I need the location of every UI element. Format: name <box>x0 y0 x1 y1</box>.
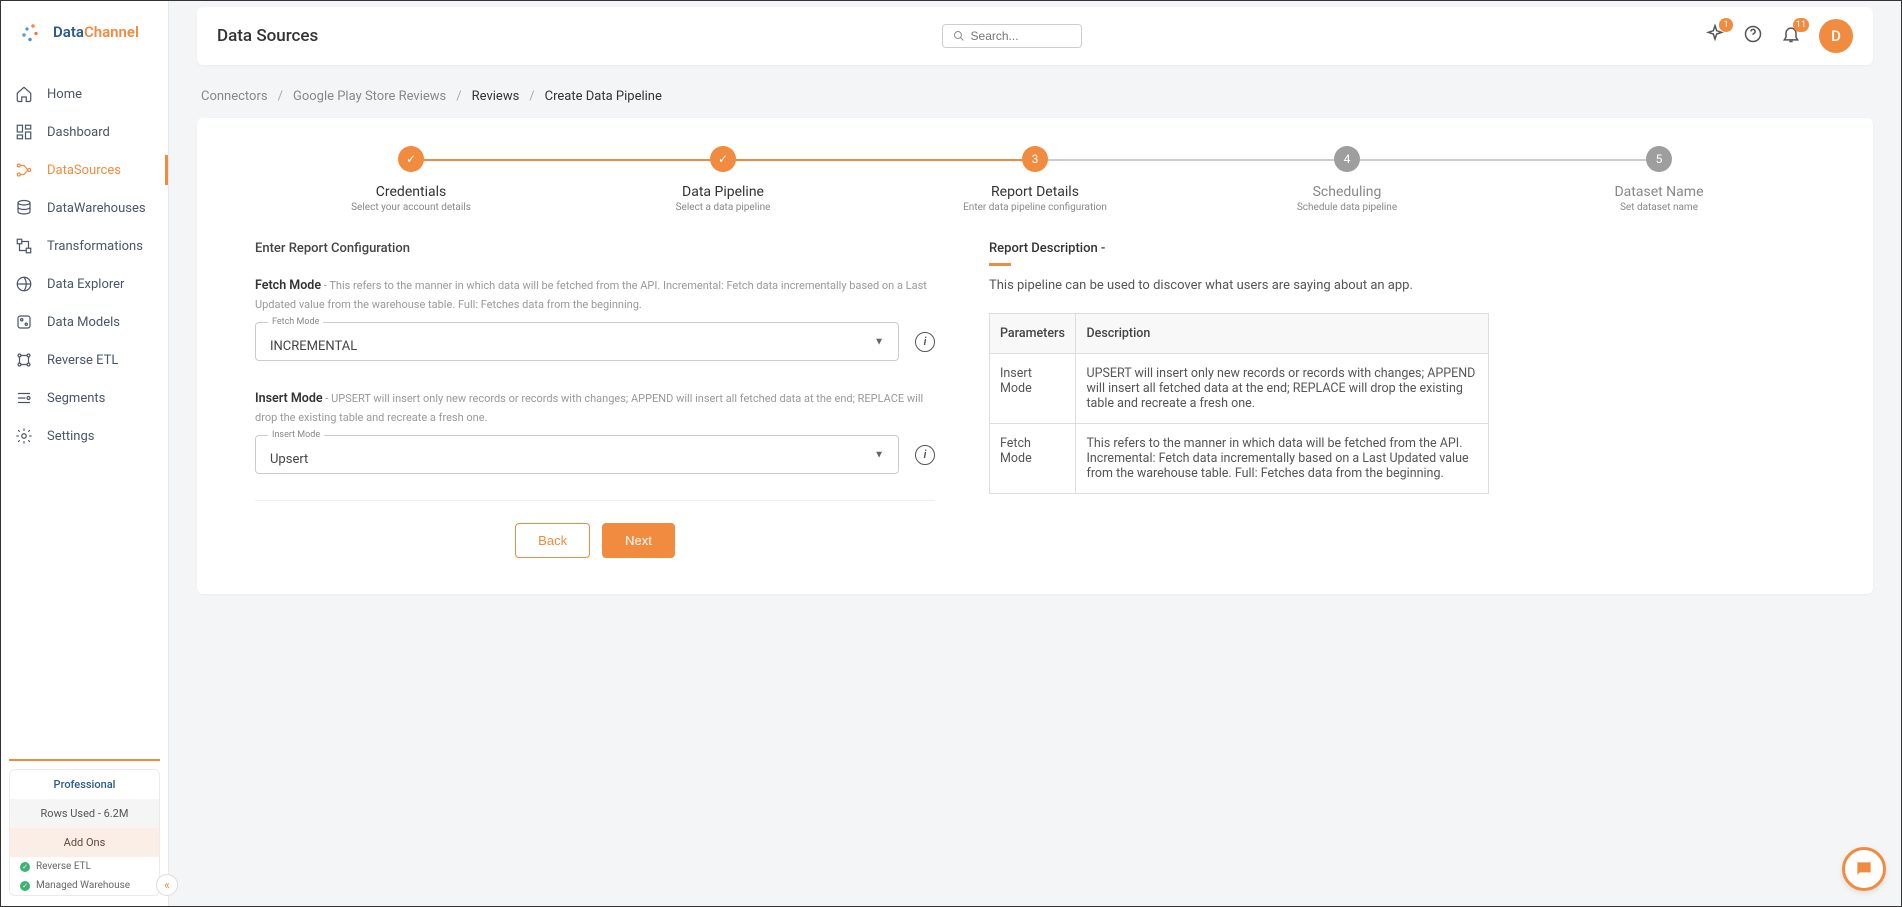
fetch-mode-field: Fetch Mode - This refers to the manner i… <box>255 274 935 361</box>
description-table: ParametersDescription Insert ModeUPSERT … <box>989 313 1489 494</box>
logo[interactable]: DataChannel <box>1 1 168 63</box>
check-icon <box>20 862 30 872</box>
sparkle-icon[interactable]: 1 <box>1705 24 1725 48</box>
sidebar-item-label: Segments <box>47 391 105 406</box>
breadcrumb-current: Reviews <box>472 89 520 104</box>
sidebar-item-datawarehouses[interactable]: DataWarehouses <box>1 189 168 227</box>
plan-card: Professional Rows Used - 6.2M Add Ons Re… <box>9 769 160 896</box>
plan-feat-1: Reverse ETL <box>10 857 159 876</box>
sidebar-item-label: Transformations <box>47 239 143 254</box>
nav: Home Dashboard DataSources DataWarehouse… <box>1 63 168 759</box>
chat-fab[interactable] <box>1842 847 1886 891</box>
search-icon <box>953 29 965 43</box>
sidebar-item-label: Data Models <box>47 315 120 330</box>
table-row: Fetch ModeThis refers to the manner in w… <box>990 424 1489 494</box>
check-icon: ✓ <box>398 146 424 172</box>
page-title: Data Sources <box>217 26 318 46</box>
sidebar-item-segments[interactable]: Segments <box>1 379 168 417</box>
sidebar-item-label: Reverse ETL <box>47 353 118 368</box>
check-icon <box>20 881 30 891</box>
sidebar-collapse-button[interactable]: « <box>156 874 178 896</box>
divider <box>255 500 935 501</box>
sidebar: DataChannel Home Dashboard DataSources D… <box>1 1 169 906</box>
insert-mode-field: Insert Mode - UPSERT will insert only ne… <box>255 387 935 474</box>
explorer-icon <box>15 275 33 293</box>
sidebar-item-label: Settings <box>47 429 94 444</box>
description-text: This pipeline can be used to discover wh… <box>989 278 1489 293</box>
bell-badge: 11 <box>1793 18 1809 32</box>
sidebar-item-label: Data Explorer <box>47 277 124 292</box>
avatar[interactable]: D <box>1819 19 1853 53</box>
step-4[interactable]: 4SchedulingSchedule data pipeline <box>1191 146 1503 213</box>
step-1[interactable]: ✓CredentialsSelect your account details <box>255 146 567 213</box>
database-icon <box>15 199 33 217</box>
topbar: Data Sources 1 11 D <box>197 7 1873 65</box>
gear-icon <box>15 427 33 445</box>
sidebar-item-dashboard[interactable]: Dashboard <box>1 113 168 151</box>
logo-icon <box>15 17 45 47</box>
help-icon[interactable] <box>1743 24 1763 48</box>
plan-feat-2: Managed Warehouse <box>10 876 159 895</box>
sidebar-item-label: Dashboard <box>47 125 110 140</box>
field-help: - This refers to the manner in which dat… <box>255 279 927 311</box>
logo-text: DataChannel <box>53 23 139 41</box>
transform-icon <box>15 237 33 255</box>
field-help: - UPSERT will insert only new records or… <box>255 392 923 424</box>
back-button[interactable]: Back <box>515 523 590 558</box>
form-column: Enter Report Configuration Fetch Mode - … <box>255 241 935 558</box>
breadcrumb-link[interactable]: Google Play Store Reviews <box>293 89 446 104</box>
sidebar-item-reverseetl[interactable]: Reverse ETL <box>1 341 168 379</box>
sidebar-item-settings[interactable]: Settings <box>1 417 168 455</box>
plan-name: Professional <box>10 770 159 799</box>
chevron-down-icon: ▼ <box>874 336 884 347</box>
bell-icon[interactable]: 11 <box>1781 24 1801 48</box>
dashboard-icon <box>15 123 33 141</box>
description-column: Report Description - This pipeline can b… <box>989 241 1489 558</box>
sidebar-item-datasources[interactable]: DataSources <box>1 151 168 189</box>
segments-icon <box>15 389 33 407</box>
sidebar-item-dataexplorer[interactable]: Data Explorer <box>1 265 168 303</box>
chevron-down-icon: ▼ <box>874 449 884 460</box>
sidebar-item-datamodels[interactable]: Data Models <box>1 303 168 341</box>
table-row: Insert ModeUPSERT will insert only new r… <box>990 354 1489 424</box>
content-panel: ✓CredentialsSelect your account details … <box>197 118 1873 594</box>
sidebar-item-label: DataSources <box>47 163 121 178</box>
plan-addons: Add Ons <box>10 828 159 857</box>
sidebar-item-home[interactable]: Home <box>1 75 168 113</box>
field-label: Fetch Mode <box>255 278 321 293</box>
stepper: ✓CredentialsSelect your account details … <box>255 146 1815 213</box>
next-button[interactable]: Next <box>602 523 675 558</box>
info-icon[interactable]: i <box>915 445 935 465</box>
search-input[interactable] <box>971 29 1071 43</box>
chat-icon <box>1854 859 1874 879</box>
models-icon <box>15 313 33 331</box>
plan-rows: Rows Used - 6.2M <box>10 799 159 828</box>
step-3[interactable]: 3Report DetailsEnter data pipeline confi… <box>879 146 1191 213</box>
fetch-mode-select[interactable]: Fetch Mode INCREMENTAL ▼ <box>255 322 899 361</box>
sidebar-item-transformations[interactable]: Transformations <box>1 227 168 265</box>
datasources-icon <box>15 161 33 179</box>
field-label: Insert Mode <box>255 391 323 406</box>
info-icon[interactable]: i <box>915 332 935 352</box>
breadcrumb-link[interactable]: Connectors <box>201 89 268 104</box>
reverseetl-icon <box>15 351 33 369</box>
sidebar-footer: Professional Rows Used - 6.2M Add Ons Re… <box>9 759 160 896</box>
step-5[interactable]: 5Dataset NameSet dataset name <box>1503 146 1815 213</box>
step-2[interactable]: ✓Data PipelineSelect a data pipeline <box>567 146 879 213</box>
sidebar-item-label: Home <box>47 87 82 102</box>
breadcrumb: Connectors/ Google Play Store Reviews/ R… <box>197 65 1873 118</box>
sparkle-badge: 1 <box>1719 18 1733 32</box>
home-icon <box>15 85 33 103</box>
check-icon: ✓ <box>710 146 736 172</box>
breadcrumb-current: Create Data Pipeline <box>545 89 662 104</box>
description-title: Report Description - <box>989 241 1489 266</box>
main: Data Sources 1 11 D Connectors/ Google P… <box>169 1 1901 906</box>
sidebar-item-label: DataWarehouses <box>47 201 146 216</box>
search-box[interactable] <box>942 24 1082 48</box>
section-label: Enter Report Configuration <box>255 241 935 256</box>
insert-mode-select[interactable]: Insert Mode Upsert ▼ <box>255 435 899 474</box>
